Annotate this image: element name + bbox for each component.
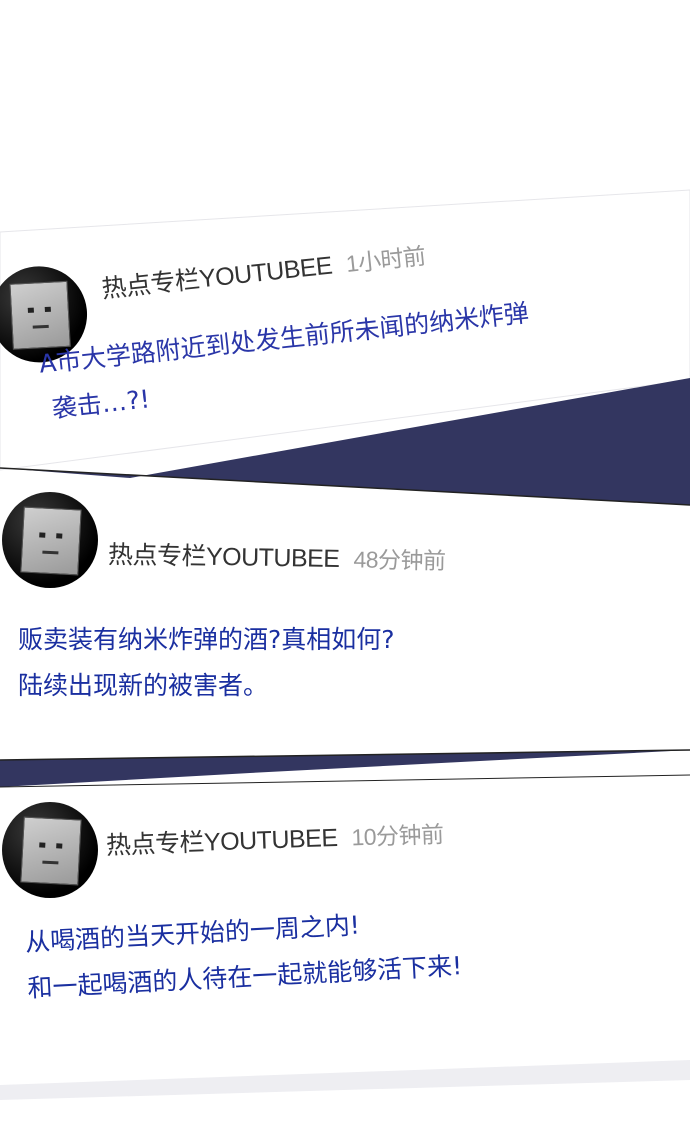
post-timestamp: 1小时前 [344, 242, 427, 277]
avatar [2, 492, 98, 588]
post-author: 热点专栏YOUTUBEE 1小时前 [100, 242, 427, 304]
post-timestamp: 10分钟前 [350, 821, 444, 851]
post-message: 贩卖装有纳米炸弹的酒?真相如何? 陆续出现新的被害者。 [18, 625, 395, 700]
post-author: 热点专栏YOUTUBEE 48分钟前 [107, 541, 446, 574]
post-timestamp: 48分钟前 [353, 546, 446, 574]
post-card[interactable]: 热点专栏YOUTUBEE 10分钟前 从喝酒的当天开始的一周之内! 和一起喝酒的人… [0, 800, 690, 1003]
post-card[interactable]: 热点专栏YOUTUBEE 48分钟前 贩卖装有纳米炸弹的酒?真相如何? 陆续出现新… [0, 490, 690, 700]
avatar [2, 802, 98, 898]
post-author: 热点专栏YOUTUBEE 10分钟前 [105, 821, 444, 860]
